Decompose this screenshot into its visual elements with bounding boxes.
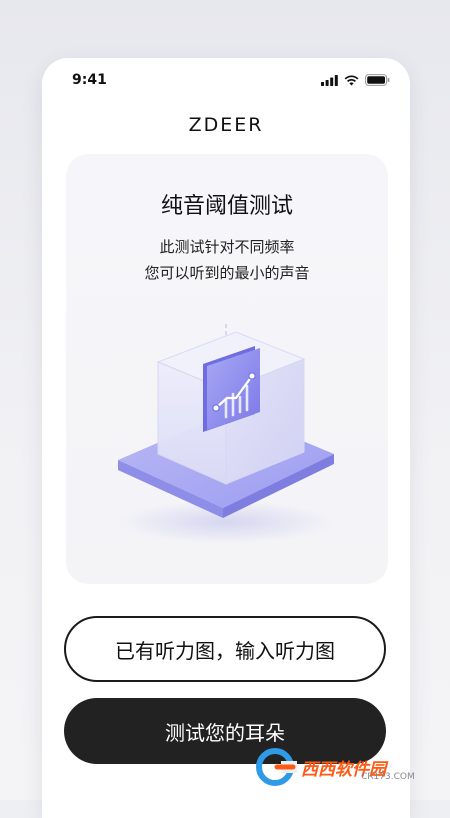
cellular-signal-icon	[321, 74, 338, 86]
watermark-site: CR173.COM	[361, 772, 415, 782]
enter-audiogram-button[interactable]: 已有听力图，输入听力图	[64, 616, 386, 682]
status-time: 9:41	[72, 72, 107, 88]
card-heading: 纯音阈值测试	[160, 194, 293, 219]
card-description-line-2: 您可以听到的最小的声音	[144, 264, 310, 282]
app-title: ZDEER	[188, 114, 264, 136]
app-screen: 9:41 ZDEER 纯音阈值测试 此测试针对不同频率 您可以听到的最小的声音 …	[42, 58, 410, 818]
enter-audiogram-label: 已有听力图，输入听力图	[115, 638, 335, 663]
status-icons	[321, 74, 390, 86]
audiogram-cube-illustration	[116, 324, 336, 544]
intro-card: 纯音阈值测试 此测试针对不同频率 您可以听到的最小的声音	[66, 154, 388, 584]
site-watermark: 西西软件园 CR173.COM	[255, 742, 445, 792]
status-bar: 9:41	[42, 58, 410, 102]
card-description-line-1: 此测试针对不同频率	[159, 238, 295, 256]
watermark-logo-icon	[256, 748, 297, 786]
battery-icon	[365, 74, 390, 86]
wifi-icon	[344, 74, 359, 85]
